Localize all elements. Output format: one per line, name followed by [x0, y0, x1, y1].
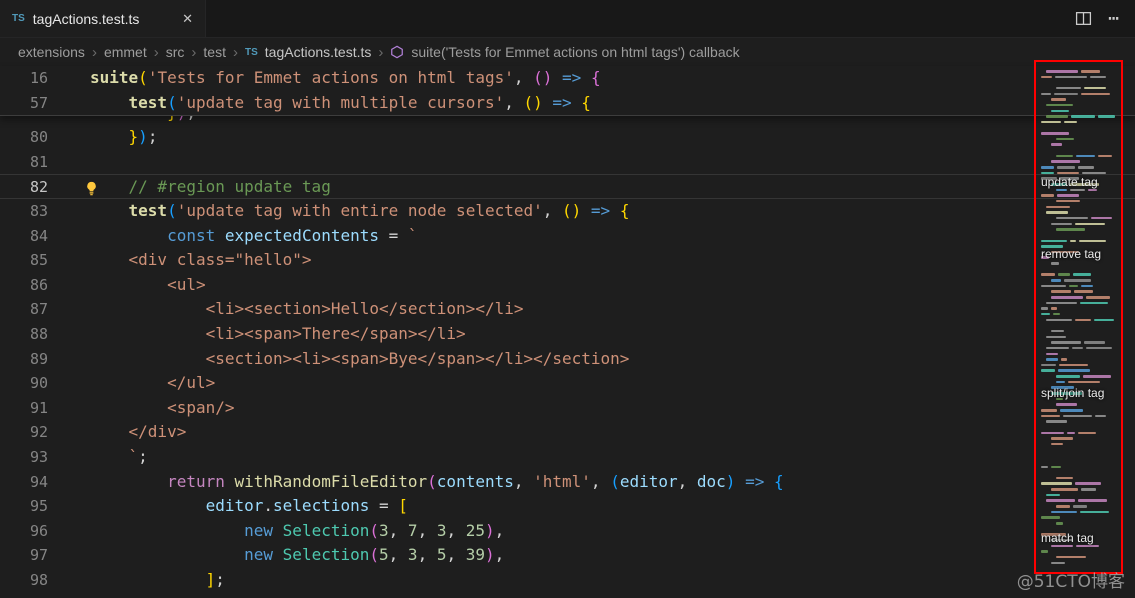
- code-line-80[interactable]: 80 });: [0, 125, 1135, 150]
- code-line-86[interactable]: 86 <ul>: [0, 273, 1135, 298]
- line-number[interactable]: 92: [0, 420, 48, 445]
- code-text: <span/>: [90, 396, 235, 421]
- code-text: suite('Tests for Emmet actions on html t…: [90, 66, 601, 91]
- code-line-94[interactable]: 94 return withRandomFileEditor(contents,…: [0, 470, 1135, 495]
- code-text: <div class="hello">: [90, 248, 312, 273]
- more-actions-icon[interactable]: ⋯: [1108, 10, 1119, 28]
- code-text: test('update tag with multiple cursors',…: [90, 91, 591, 116]
- line-number[interactable]: 85: [0, 248, 48, 273]
- typescript-icon: TS: [12, 13, 25, 24]
- code-text: ];: [90, 568, 225, 593]
- code-line-87[interactable]: 87 <li><section>Hello</section></li>: [0, 297, 1135, 322]
- minimap[interactable]: update tag remove tag split/join tag match …: [1038, 66, 1122, 572]
- code-line-93[interactable]: 93 `;: [0, 445, 1135, 470]
- code-line-88[interactable]: 88 <li><span>There</span></li>: [0, 322, 1135, 347]
- minimap-region-label: split/join tag: [1041, 386, 1104, 400]
- code-text: </ul>: [90, 371, 215, 396]
- code-line-57[interactable]: 57 test('update tag with multiple cursor…: [0, 91, 1135, 116]
- line-number[interactable]: 87: [0, 297, 48, 322]
- line-number[interactable]: 84: [0, 224, 48, 249]
- code-text: <ul>: [90, 273, 206, 298]
- code-line-96[interactable]: 96 new Selection(3, 7, 3, 25),: [0, 519, 1135, 544]
- line-number[interactable]: 83: [0, 199, 48, 224]
- code-line-partial[interactable]: });: [0, 116, 1135, 125]
- editor-tab[interactable]: TS tagActions.test.ts ✕: [0, 0, 206, 37]
- breadcrumb-separator: ›: [378, 44, 383, 61]
- tab-bar: TS tagActions.test.ts ✕ ⋯: [0, 0, 1135, 38]
- line-number[interactable]: 96: [0, 519, 48, 544]
- code-line-90[interactable]: 90 </ul>: [0, 371, 1135, 396]
- editor-actions: ⋯: [1075, 0, 1135, 37]
- lightbulb-icon[interactable]: [84, 179, 100, 195]
- code-line-98[interactable]: 98 ];: [0, 568, 1135, 593]
- code-text: <li><span>There</span></li>: [90, 322, 466, 347]
- code-line-89[interactable]: 89 <section><li><span>Bye</span></li></s…: [0, 347, 1135, 372]
- line-number[interactable]: 16: [0, 66, 48, 91]
- code-line-82[interactable]: 82 // #region update tag: [0, 174, 1135, 199]
- line-number[interactable]: 88: [0, 322, 48, 347]
- line-number[interactable]: 93: [0, 445, 48, 470]
- code-line-83[interactable]: 83 test('update tag with entire node sel…: [0, 199, 1135, 224]
- breadcrumb-item-test[interactable]: test: [203, 44, 226, 60]
- code-line-91[interactable]: 91 <span/>: [0, 396, 1135, 421]
- code-line-97[interactable]: 97 new Selection(5, 3, 5, 39),: [0, 543, 1135, 568]
- typescript-icon: TS: [245, 47, 258, 58]
- code-text: editor.selections = [: [90, 494, 408, 519]
- code-text: <section><li><span>Bye</span></li></sect…: [90, 347, 629, 372]
- code-text: `;: [90, 445, 148, 470]
- line-number[interactable]: 86: [0, 273, 48, 298]
- breadcrumb-separator: ›: [92, 44, 97, 61]
- symbol-method-icon: [390, 45, 404, 59]
- code-text: new Selection(5, 3, 5, 39),: [90, 543, 504, 568]
- code-text: const expectedContents = `: [90, 224, 418, 249]
- editor[interactable]: 16 suite('Tests for Emmet actions on html…: [0, 66, 1135, 598]
- minimap-region-label: update tag: [1041, 175, 1098, 189]
- watermark: @51CTO博客: [1017, 567, 1125, 592]
- breadcrumb: extensions › emmet › src › test › TS tag…: [0, 38, 1135, 66]
- breadcrumb-item-emmet[interactable]: emmet: [104, 44, 147, 60]
- code-text: });: [90, 116, 196, 125]
- breadcrumb-item-src[interactable]: src: [166, 44, 185, 60]
- code-text: return withRandomFileEditor(contents, 'h…: [90, 470, 784, 495]
- line-number[interactable]: 89: [0, 347, 48, 372]
- breadcrumb-item-extensions[interactable]: extensions: [18, 44, 85, 60]
- split-editor-icon[interactable]: [1075, 10, 1092, 27]
- line-number[interactable]: 97: [0, 543, 48, 568]
- line-number[interactable]: 90: [0, 371, 48, 396]
- line-number[interactable]: 57: [0, 91, 48, 116]
- code-line-85[interactable]: 85 <div class="hello">: [0, 248, 1135, 273]
- partial-line: });: [0, 116, 1135, 125]
- code-rows: 80 });8182 // #region update tag83 test(…: [0, 125, 1135, 592]
- breadcrumb-item-file[interactable]: tagActions.test.ts: [265, 44, 372, 60]
- line-number[interactable]: 81: [0, 150, 48, 175]
- code-line-81[interactable]: 81: [0, 150, 1135, 175]
- tab-label: tagActions.test.ts: [33, 11, 140, 27]
- code-text: test('update tag with entire node select…: [90, 199, 629, 224]
- minimap-region-label: match tag: [1041, 531, 1094, 545]
- close-tab-icon[interactable]: ✕: [182, 11, 193, 27]
- sticky-scroll[interactable]: 16 suite('Tests for Emmet actions on html…: [0, 66, 1135, 116]
- code-text: <li><section>Hello</section></li>: [90, 297, 523, 322]
- code-text: new Selection(3, 7, 3, 25),: [90, 519, 504, 544]
- code-text: </div>: [90, 420, 186, 445]
- line-number[interactable]: [0, 116, 48, 125]
- code-line-95[interactable]: 95 editor.selections = [: [0, 494, 1135, 519]
- line-number[interactable]: 94: [0, 470, 48, 495]
- code-line-92[interactable]: 92 </div>: [0, 420, 1135, 445]
- breadcrumb-item-symbol[interactable]: suite('Tests for Emmet actions on html t…: [411, 44, 739, 60]
- code-text: });: [90, 125, 157, 150]
- code-line-84[interactable]: 84 const expectedContents = `: [0, 224, 1135, 249]
- line-number[interactable]: 91: [0, 396, 48, 421]
- breadcrumb-separator: ›: [191, 44, 196, 61]
- minimap-bars: [1038, 66, 1122, 572]
- breadcrumb-separator: ›: [233, 44, 238, 61]
- code-line-16[interactable]: 16 suite('Tests for Emmet actions on html…: [0, 66, 1135, 91]
- minimap-region-label: remove tag: [1041, 247, 1101, 261]
- line-number[interactable]: 98: [0, 568, 48, 593]
- line-number[interactable]: 80: [0, 125, 48, 150]
- code-text: // #region update tag: [90, 175, 331, 198]
- line-number[interactable]: 82: [0, 175, 48, 198]
- breadcrumb-separator: ›: [154, 44, 159, 61]
- line-number[interactable]: 95: [0, 494, 48, 519]
